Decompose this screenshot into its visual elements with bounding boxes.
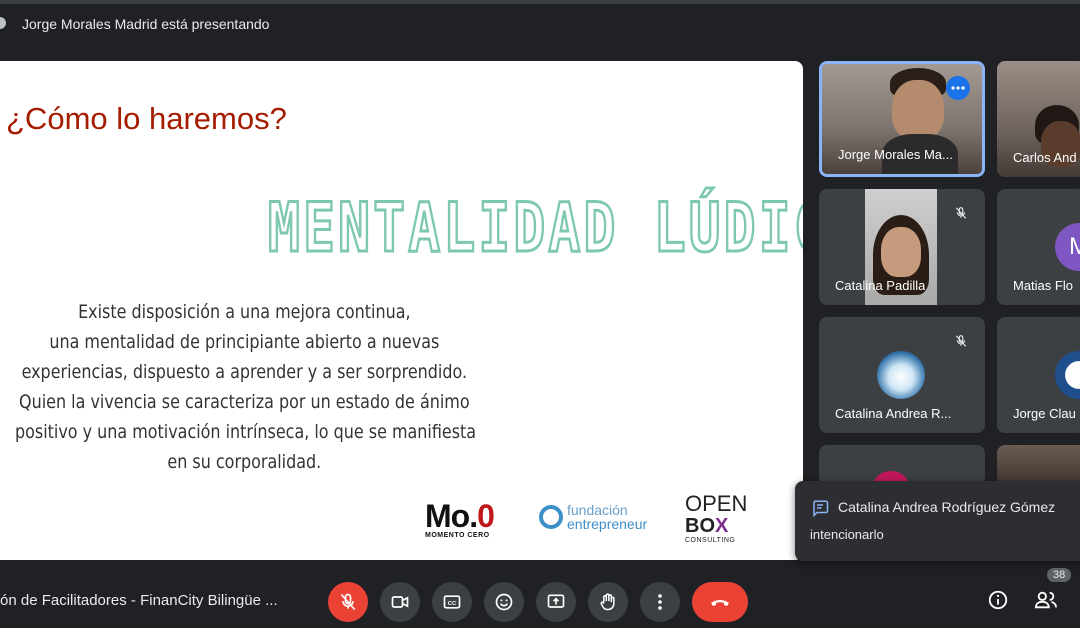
slide-body-line: Existe disposición a una mejora continua… [78, 301, 411, 323]
meeting-details-button[interactable] [982, 584, 1014, 616]
chat-icon [811, 499, 829, 517]
participant-avatar [1055, 351, 1080, 399]
emoji-reactions-button[interactable] [484, 582, 524, 622]
meeting-title[interactable]: ón de Facilitadores - FinanCity Bilingüe… [0, 592, 315, 609]
participant-tile[interactable] [997, 445, 1080, 485]
presenting-bar: Jorge Morales Madrid está presentando [0, 0, 1080, 46]
momento-cero-logo: Mo.0 MOMENTO CERO [425, 498, 495, 539]
svg-text:CC: CC [448, 601, 457, 607]
slide-body: Existe disposición a una mejora continua… [15, 297, 477, 477]
participant-count-badge: 38 [1047, 568, 1072, 582]
slide-body-line: positivo y una motivación intrínseca, lo… [15, 421, 477, 443]
openbox-logo: OPEN BOX CONSULTING [685, 491, 748, 545]
more-options-button[interactable] [946, 76, 970, 100]
chat-notification[interactable]: Catalina Andrea Rodríguez Gómez intencio… [795, 481, 1080, 561]
present-screen-button[interactable] [536, 582, 576, 622]
participant-name: Catalina Andrea R... [835, 406, 952, 421]
slide-body-line: Quien la vivencia se caracteriza por un … [19, 391, 470, 413]
more-options-button[interactable] [640, 582, 680, 622]
participant-tile[interactable]: Jorge Morales Ma... [819, 61, 985, 177]
slide-body-line: una mentalidad de principiante abierto a… [49, 331, 440, 353]
participant-name: Matias Flo [1013, 278, 1073, 293]
presenting-label: Jorge Morales Madrid está presentando [22, 16, 270, 32]
participant-avatar [877, 351, 925, 399]
raise-hand-button[interactable] [588, 582, 628, 622]
participant-name: Carlos And [1013, 150, 1077, 165]
participant-tile[interactable]: Jorge Clau [997, 317, 1080, 433]
participant-name: Jorge Morales Ma... [838, 147, 953, 162]
slide-heading: ¿Cómo lo haremos? [6, 101, 287, 136]
participant-tile[interactable]: Carlos And [997, 61, 1080, 177]
presenter-avatar-icon [0, 17, 6, 29]
notification-message: intencionarlo [810, 527, 884, 542]
notification-sender: Catalina Andrea Rodríguez Gómez [838, 499, 1056, 515]
participants-button[interactable] [1030, 584, 1062, 616]
leave-call-button[interactable] [692, 582, 748, 622]
shared-screen: ¿Cómo lo haremos? MENTALIDAD LÚDICA Exis… [0, 61, 803, 560]
slide-body-line: en su corporalidad. [167, 451, 322, 473]
participant-name: Jorge Clau [1013, 406, 1076, 421]
info-icon [988, 590, 1008, 610]
participant-avatar: M [1055, 223, 1080, 271]
participant-tile[interactable]: Catalina Andrea R... [819, 317, 985, 433]
slide-body-line: experiencias, dispuesto a aprender y a s… [21, 361, 468, 383]
captions-button[interactable]: CC [432, 582, 472, 622]
microphone-toggle-button[interactable] [328, 582, 368, 622]
slide-title: MENTALIDAD LÚDICA [267, 188, 803, 270]
control-bar: ón de Facilitadores - FinanCity Bilingüe… [0, 568, 1080, 628]
mic-off-icon [949, 329, 973, 353]
mic-off-icon [949, 201, 973, 225]
people-icon [1034, 591, 1057, 609]
fundacion-entrepreneur-logo: fundación entrepreneur [539, 503, 647, 531]
participant-tile[interactable]: M Matias Flo [997, 189, 1080, 305]
participant-name: Catalina Padilla [835, 278, 926, 293]
participant-tile[interactable] [819, 445, 985, 485]
camera-toggle-button[interactable] [380, 582, 420, 622]
participant-tile[interactable]: Catalina Padilla [819, 189, 985, 305]
